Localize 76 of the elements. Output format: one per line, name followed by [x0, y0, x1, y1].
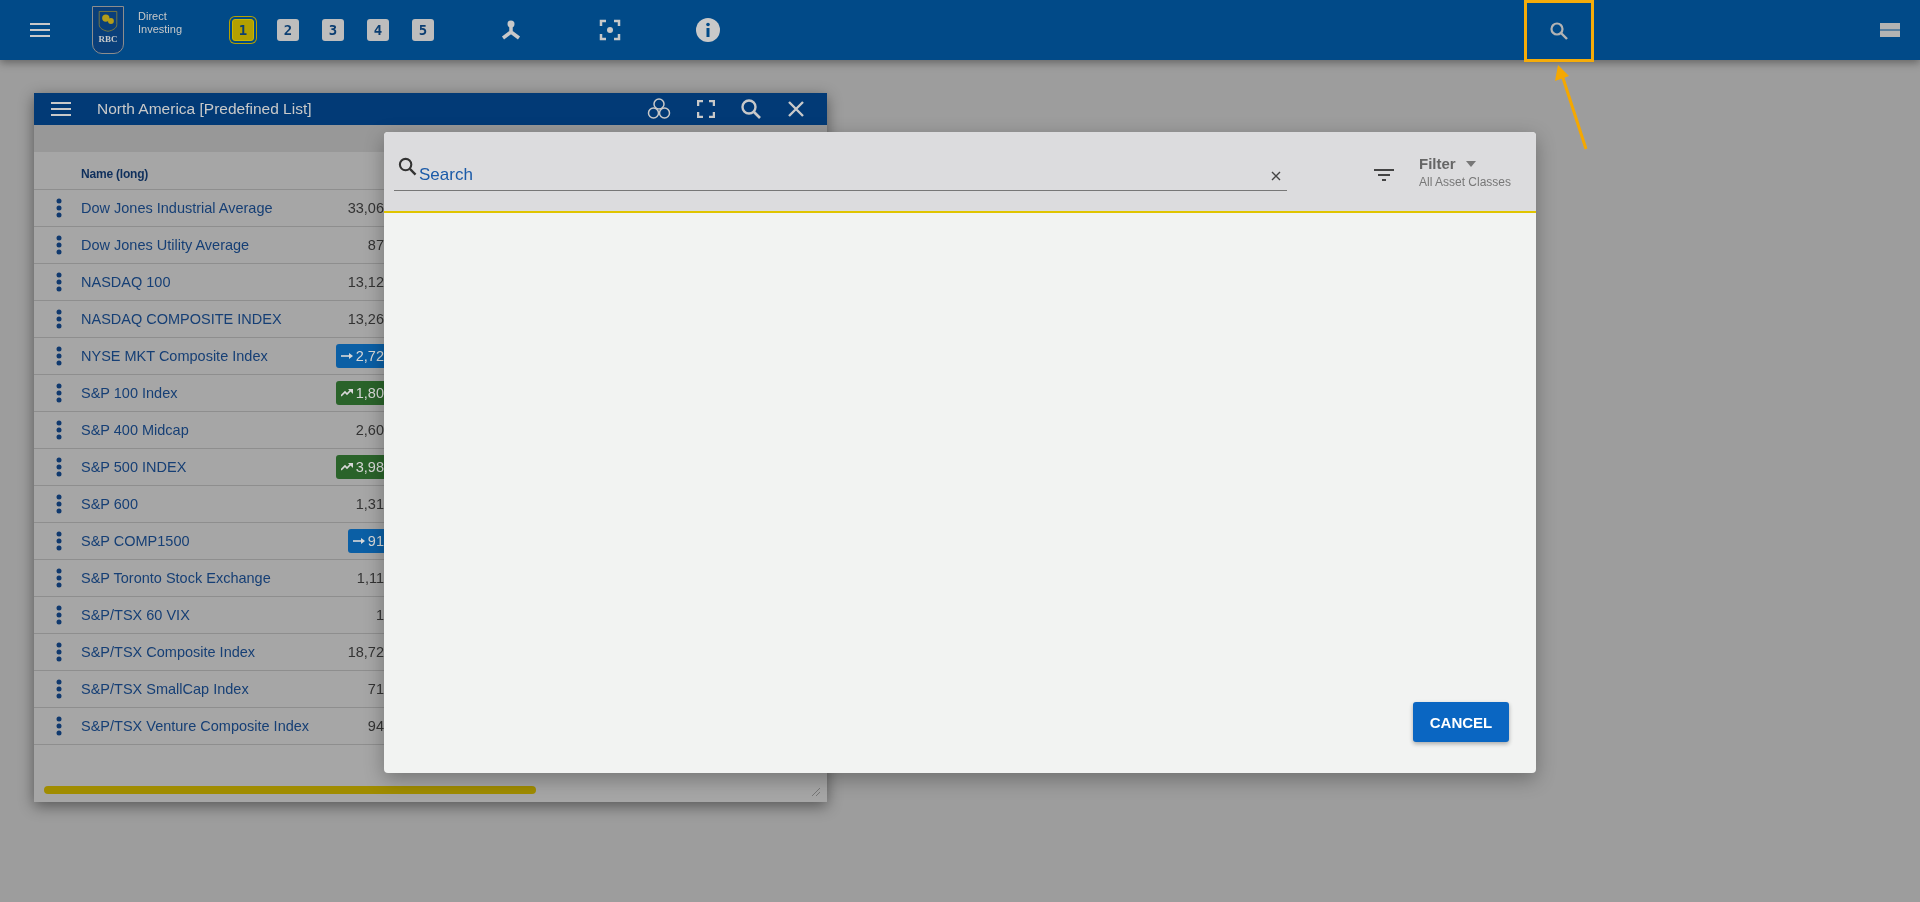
search-icon [1549, 21, 1569, 41]
search-field[interactable]: Search [417, 165, 1271, 185]
focus-icon[interactable] [599, 19, 621, 41]
price-value: 13,26 [347, 311, 384, 327]
menu-icon[interactable] [51, 101, 71, 117]
layout-icon[interactable] [1880, 22, 1900, 38]
more-icon[interactable] [56, 679, 62, 699]
price-value: 13,12 [347, 274, 384, 290]
price-value: 33,06 [347, 200, 384, 216]
price-value: 1,31 [355, 496, 384, 512]
more-icon[interactable] [56, 568, 62, 588]
instrument-name[interactable]: NASDAQ 100 [81, 274, 328, 290]
instrument-name[interactable]: S&P/TSX Venture Composite Index [81, 718, 328, 734]
price-badge: 91 [347, 529, 384, 553]
search-icon [398, 157, 417, 176]
price-value: 1,11 [356, 570, 384, 586]
price-value: 71 [367, 681, 384, 697]
price-value: 87 [367, 237, 384, 253]
more-icon[interactable] [56, 235, 62, 255]
workspace-tab[interactable]: 3 [322, 19, 344, 41]
more-icon[interactable] [56, 605, 62, 625]
close-icon[interactable] [787, 100, 805, 118]
network-icon[interactable] [500, 20, 522, 40]
search-button[interactable] [1524, 0, 1594, 62]
circles-icon[interactable] [646, 97, 672, 121]
resize-handle-icon[interactable] [811, 787, 821, 797]
info-icon[interactable] [696, 18, 720, 42]
instrument-name[interactable]: NYSE MKT Composite Index [81, 348, 328, 364]
more-icon[interactable] [56, 716, 62, 736]
more-icon[interactable] [56, 494, 62, 514]
instrument-name[interactable]: S&P 600 [81, 496, 328, 512]
more-icon[interactable] [56, 642, 62, 662]
price-badge: 3,98 [335, 455, 384, 479]
filter-value: All Asset Classes [1419, 175, 1512, 189]
workspace-tab[interactable]: 4 [367, 19, 389, 41]
filter-dropdown[interactable]: Filter [1419, 155, 1512, 172]
workspace-tab[interactable]: 1 [232, 19, 254, 41]
instrument-name[interactable]: S&P Toronto Stock Exchange [81, 570, 328, 586]
cancel-button[interactable]: CANCEL [1413, 702, 1509, 742]
more-icon[interactable] [56, 346, 62, 366]
instrument-name[interactable]: S&P/TSX SmallCap Index [81, 681, 328, 697]
price-value: 94 [367, 718, 384, 734]
logo: RBC [92, 6, 124, 54]
instrument-name[interactable]: S&P COMP1500 [81, 533, 328, 549]
instrument-name[interactable]: S&P/TSX 60 VIX [81, 607, 328, 623]
clear-icon[interactable] [1271, 171, 1281, 181]
scrollbar[interactable] [44, 786, 536, 794]
workspace-tab[interactable]: 5 [412, 19, 434, 41]
price-value: 18,72 [347, 644, 384, 660]
column-header: Name (long) [81, 165, 150, 181]
more-icon[interactable] [56, 272, 62, 292]
fullscreen-icon[interactable] [697, 100, 715, 118]
instrument-name[interactable]: S&P/TSX Composite Index [81, 644, 328, 660]
instrument-name[interactable]: NASDAQ COMPOSITE INDEX [81, 311, 328, 327]
price-badge: 1,80 [335, 381, 384, 405]
workspace-tab[interactable]: 2 [277, 19, 299, 41]
instrument-name[interactable]: Dow Jones Utility Average [81, 237, 328, 253]
brand-name: Direct Investing [138, 10, 184, 36]
more-icon[interactable] [56, 420, 62, 440]
price-badge: 2,72 [335, 344, 384, 368]
panel-title: North America [Predefined List] [97, 100, 312, 118]
instrument-name[interactable]: S&P 500 INDEX [81, 459, 328, 475]
more-icon[interactable] [56, 309, 62, 329]
more-icon[interactable] [56, 531, 62, 551]
filter-icon[interactable] [1374, 168, 1394, 182]
instrument-name[interactable]: Dow Jones Industrial Average [81, 200, 328, 216]
price-value: 1 [375, 607, 384, 623]
more-icon[interactable] [56, 457, 62, 477]
menu-icon[interactable] [30, 22, 50, 38]
price-value: 2,60 [355, 422, 384, 438]
caret-icon [1465, 160, 1476, 167]
more-icon[interactable] [56, 383, 62, 403]
instrument-name[interactable]: S&P 100 Index [81, 385, 328, 401]
search-icon[interactable] [740, 98, 762, 120]
more-icon[interactable] [56, 198, 62, 218]
instrument-name[interactable]: S&P 400 Midcap [81, 422, 328, 438]
